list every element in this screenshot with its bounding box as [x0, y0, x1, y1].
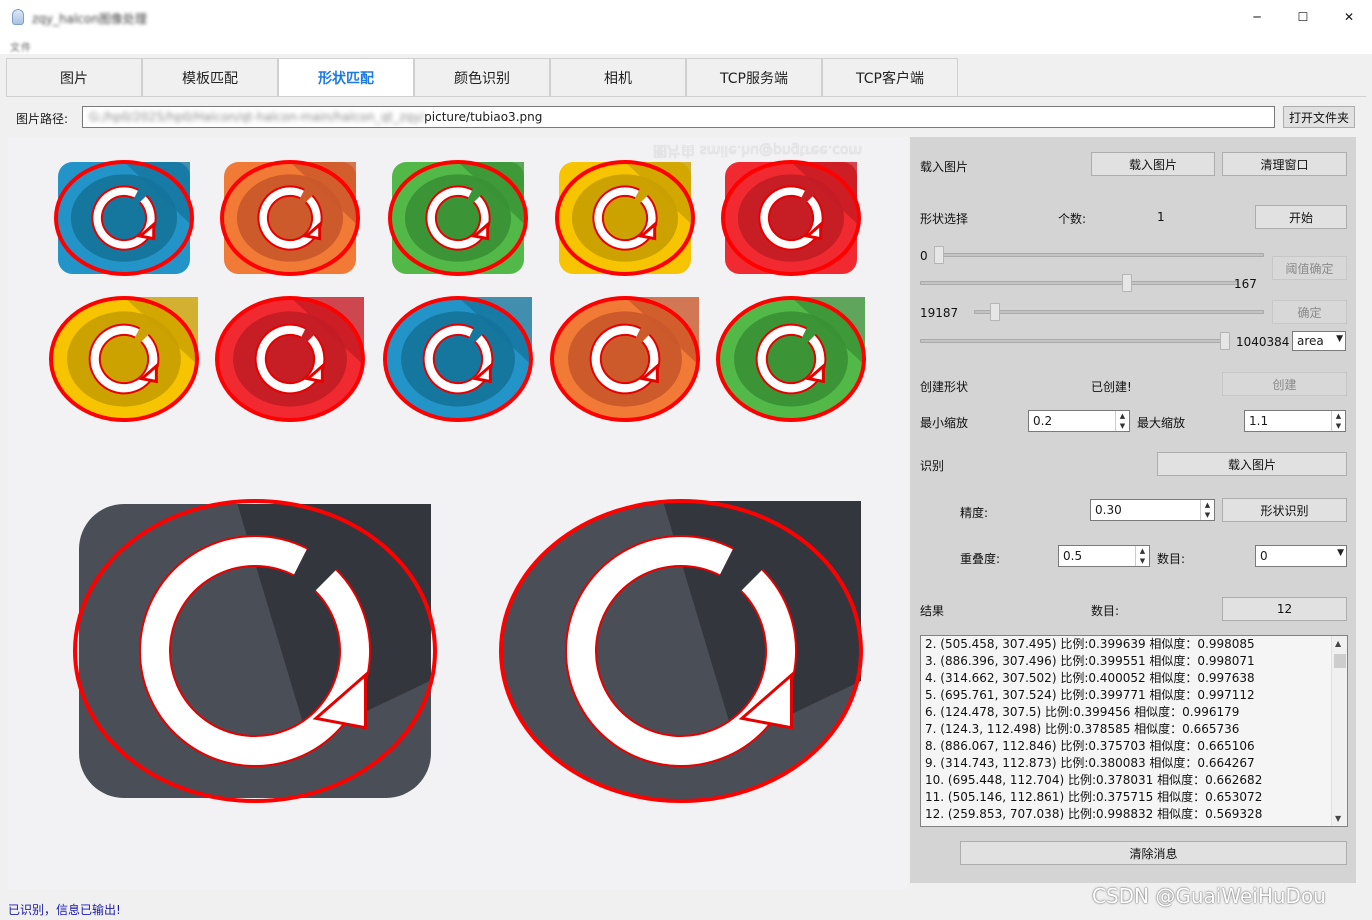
scrollbar-thumb[interactable]	[1334, 654, 1346, 668]
recognize-load-image-button[interactable]: 载入图片	[1157, 452, 1347, 476]
threshold-min-slider[interactable]	[934, 253, 1264, 257]
clear-messages-button[interactable]: 清除消息	[960, 841, 1347, 865]
csdn-watermark: CSDN @GuaiWeiHuDou	[1092, 884, 1326, 908]
threshold-confirm-button[interactable]: 阈值确定	[1272, 256, 1347, 280]
min-scale-label: 最小缩放	[920, 416, 969, 430]
area-max-thumb[interactable]	[1220, 332, 1230, 350]
area-max-value: 1040384	[1236, 335, 1290, 349]
maximize-button[interactable]: ☐	[1280, 0, 1326, 34]
min-scale-value: 0.2	[1033, 414, 1053, 428]
spin-arrows-icon[interactable]: ▲ ▼	[1115, 411, 1129, 431]
open-folder-button[interactable]: 打开文件夹	[1283, 106, 1355, 128]
result-line: 9. (314.743, 112.873) 比例:0.380083 相似度：0.…	[925, 756, 1255, 770]
result-line: 11. (505.146, 112.861) 比例:0.375715 相似度：0…	[925, 790, 1263, 804]
result-line: 10. (695.448, 112.704) 比例:0.378031 相似度：0…	[925, 773, 1263, 787]
threshold-min-thumb[interactable]	[934, 246, 944, 264]
image-display[interactable]: 图片由 smile.hu@pngtree.com	[8, 137, 908, 889]
result-line: 12. (259.853, 707.038) 比例:0.998832 相似度：0…	[925, 807, 1263, 821]
result-label: 结果	[920, 604, 945, 618]
count-label: 个数:	[1058, 212, 1087, 226]
load-image-label: 载入图片	[920, 160, 969, 174]
create-shape-label: 创建形状	[920, 380, 969, 394]
precision-label: 精度:	[960, 506, 989, 520]
threshold-min-value: 0	[920, 249, 928, 263]
max-scale-label: 最大缩放	[1137, 416, 1186, 430]
clear-window-button[interactable]: 清理窗口	[1222, 152, 1347, 176]
title-bar: zqy_halcon图像处理 ─ ☐ ✕	[0, 0, 1372, 34]
number-select-value: 0	[1260, 549, 1268, 563]
max-scale-spinbox[interactable]: 1.1 ▲ ▼	[1244, 410, 1346, 432]
tab-shape-match[interactable]: 形状匹配	[278, 58, 414, 97]
chevron-down-icon: ▼	[1337, 548, 1344, 558]
result-count-button[interactable]: 12	[1222, 597, 1347, 621]
image-path-value: picture/tubiao3.png	[424, 110, 543, 124]
area-min-value: 19187	[920, 306, 959, 320]
shape-recognize-button[interactable]: 形状识别	[1222, 498, 1347, 522]
number-select[interactable]: 0 ▼	[1255, 545, 1347, 567]
threshold-max-thumb[interactable]	[1122, 274, 1132, 292]
image-path-prefix: G:/hp0/2025/hp0/Halcon/qt-halcon-main/ha…	[89, 110, 425, 124]
tab-bar: 图片 模板匹配 形状匹配 颜色识别 相机 TCP服务端 TCP客户端	[6, 58, 958, 97]
min-scale-spinbox[interactable]: 0.2 ▲ ▼	[1028, 410, 1130, 432]
precision-spinbox[interactable]: 0.30 ▲ ▼	[1090, 499, 1215, 521]
max-scale-value: 1.1	[1249, 414, 1269, 428]
result-log[interactable]: 2. (505.458, 307.495) 比例:0.399639 相似度：0.…	[920, 635, 1348, 827]
match-result-image	[49, 160, 866, 803]
precision-value: 0.30	[1095, 503, 1122, 517]
overlap-spinbox[interactable]: 0.5 ▲ ▼	[1058, 545, 1150, 567]
area-min-slider[interactable]	[974, 310, 1264, 314]
status-text: 已识别，信息已输出!	[8, 903, 121, 917]
spin-arrows-icon[interactable]: ▲ ▼	[1200, 500, 1214, 520]
spin-arrows-icon[interactable]: ▲ ▼	[1135, 546, 1149, 566]
chevron-down-icon: ▼	[1336, 334, 1343, 344]
tab-template-match[interactable]: 模板匹配	[142, 58, 278, 96]
feature-select[interactable]: area ▼	[1292, 331, 1346, 351]
count-value: 1	[1157, 210, 1165, 224]
spin-arrows-icon[interactable]: ▲ ▼	[1331, 411, 1345, 431]
tab-color-recognition[interactable]: 颜色识别	[414, 58, 550, 96]
feature-select-value: area	[1297, 334, 1324, 348]
result-line: 2. (505.458, 307.495) 比例:0.399639 相似度：0.…	[925, 637, 1255, 651]
scroll-down-icon[interactable]: ▼	[1335, 814, 1341, 823]
image-watermark: 图片由 smile.hu@pngtree.com	[653, 142, 863, 158]
close-button[interactable]: ✕	[1326, 0, 1372, 34]
area-confirm-button[interactable]: 确定	[1272, 300, 1347, 324]
tab-tcp-server[interactable]: TCP服务端	[686, 58, 822, 96]
scroll-up-icon[interactable]: ▲	[1335, 639, 1341, 648]
minimize-button[interactable]: ─	[1234, 0, 1280, 34]
overlap-value: 0.5	[1063, 549, 1083, 563]
window-title: zqy_halcon图像处理	[32, 12, 147, 26]
number-label: 数目:	[1157, 552, 1186, 566]
tab-camera[interactable]: 相机	[550, 58, 686, 96]
threshold-max-slider[interactable]	[920, 281, 1238, 285]
start-button[interactable]: 开始	[1255, 205, 1347, 229]
result-count-label: 数目:	[1091, 604, 1120, 618]
area-max-slider[interactable]	[920, 339, 1228, 343]
result-line: 7. (124.3, 112.498) 比例:0.378585 相似度：0.66…	[925, 722, 1240, 736]
load-image-button[interactable]: 载入图片	[1091, 152, 1215, 176]
control-panel: 载入图片 载入图片 清理窗口 形状选择 个数: 1 开始 0 167 阈值确定 …	[910, 137, 1356, 883]
overlap-label: 重叠度:	[960, 552, 1001, 566]
result-line: 6. (124.478, 307.5) 比例:0.399456 相似度：0.99…	[925, 705, 1240, 719]
area-min-thumb[interactable]	[990, 303, 1000, 321]
image-path-label: 图片路径:	[16, 112, 69, 126]
result-line: 4. (314.662, 307.502) 比例:0.400052 相似度：0.…	[925, 671, 1255, 685]
result-line: 5. (695.761, 307.524) 比例:0.399771 相似度：0.…	[925, 688, 1255, 702]
create-button[interactable]: 创建	[1222, 372, 1347, 396]
app-icon	[12, 9, 24, 25]
menu-bar: 文件	[0, 34, 1372, 54]
threshold-max-value: 167	[1234, 277, 1257, 291]
shape-select-label: 形状选择	[920, 212, 969, 226]
created-status: 已创建!	[1091, 380, 1132, 394]
result-scrollbar[interactable]: ▲ ▼	[1331, 636, 1347, 826]
tab-tcp-client[interactable]: TCP客户端	[822, 58, 958, 96]
recognize-label: 识别	[920, 459, 945, 473]
tab-divider	[6, 96, 1366, 97]
result-line: 8. (886.067, 112.846) 比例:0.375703 相似度：0.…	[925, 739, 1255, 753]
image-path-input[interactable]: G:/hp0/2025/hp0/Halcon/qt-halcon-main/ha…	[82, 106, 1275, 128]
tab-picture[interactable]: 图片	[6, 58, 142, 96]
menu-item-file[interactable]: 文件	[10, 39, 32, 54]
result-line: 3. (886.396, 307.496) 比例:0.399551 相似度：0.…	[925, 654, 1255, 668]
